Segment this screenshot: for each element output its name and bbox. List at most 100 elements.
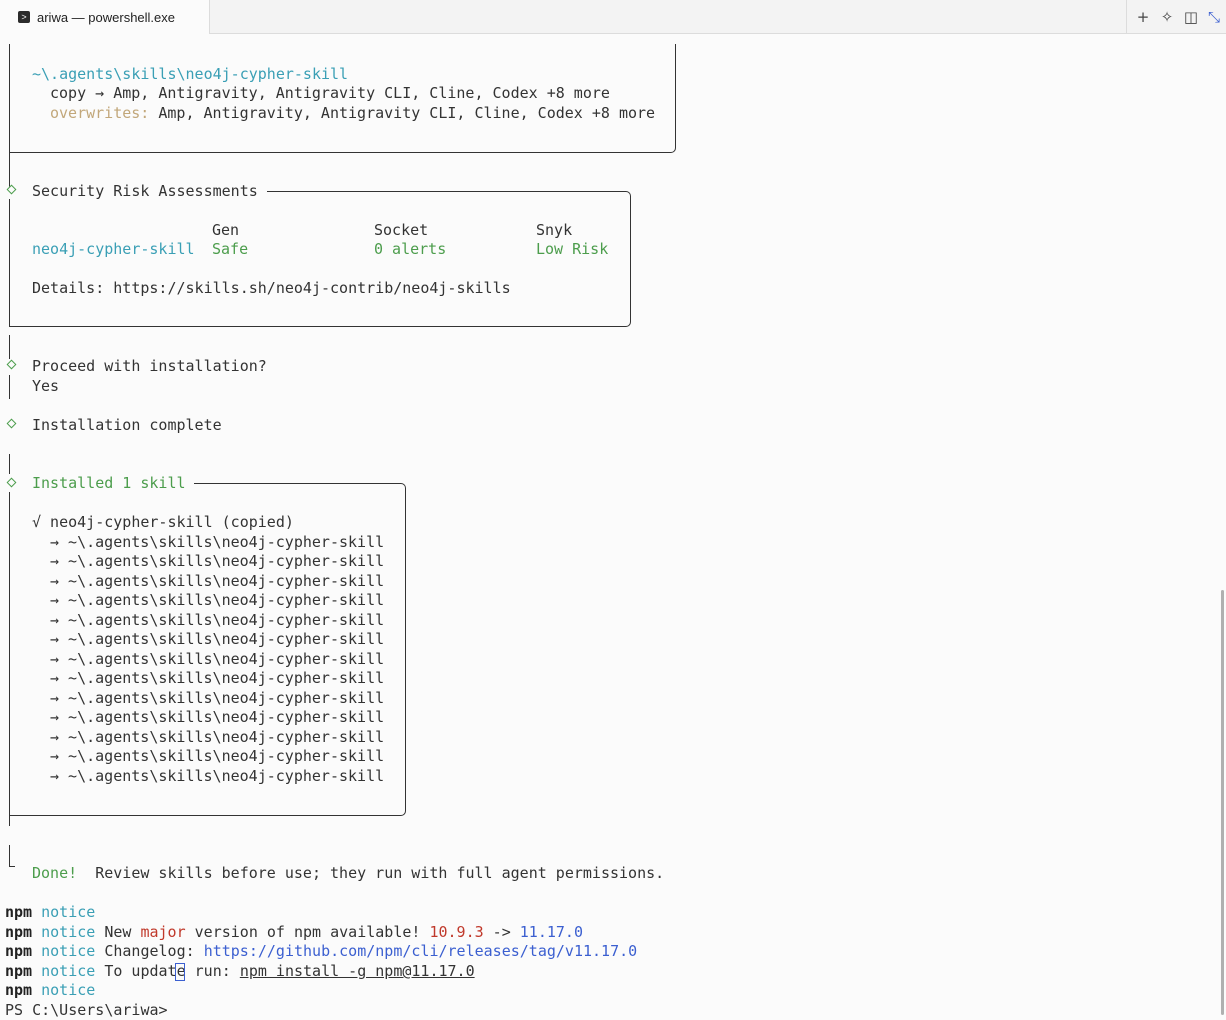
npm-prefix: npm [5, 942, 33, 960]
npm-new-version: 11.17.0 [519, 923, 583, 941]
done-message: Review skills before use; they run with … [77, 864, 665, 882]
step-diamond-icon [6, 359, 17, 370]
install-target: → ~\.agents\skills\neo4j-cypher-skill [50, 708, 385, 726]
gutter-line [9, 492, 10, 826]
npm-notice-line: npm notice New major version of npm avai… [5, 922, 583, 942]
tab-powershell[interactable]: > ariwa — powershell.exe [0, 0, 210, 34]
security-title: Security Risk Assessments [32, 182, 258, 200]
box-border [194, 483, 399, 484]
box-corner [398, 808, 406, 816]
gutter-line [9, 454, 10, 474]
install-target: → ~\.agents\skills\neo4j-cypher-skill [50, 591, 385, 609]
npm-prefix: npm [5, 981, 33, 999]
copy-line: copy → Amp, Antigravity, Antigravity CLI… [50, 83, 610, 103]
install-target: → ~\.agents\skills\neo4j-cypher-skill [50, 747, 385, 765]
overwrites-line: overwrites: Amp, Antigravity, Antigravit… [50, 103, 655, 123]
box-corner [623, 319, 631, 327]
install-target: → ~\.agents\skills\neo4j-cypher-skill [50, 650, 385, 668]
npm-text: version of npm available! [185, 923, 430, 941]
installed-title: Installed 1 skill [32, 474, 186, 492]
collapse-button[interactable]: ⤡ [1204, 7, 1224, 27]
box-border [9, 815, 399, 816]
gutter-line [9, 199, 10, 327]
header-socket: Socket [374, 221, 429, 239]
plus-icon: + [1136, 8, 1150, 26]
shell-prompt[interactable]: PS C:\Users\ariwa> [5, 1000, 177, 1020]
install-target: → ~\.agents\skills\neo4j-cypher-skill [50, 552, 385, 570]
new-tab-button[interactable]: + [1133, 7, 1153, 27]
overwrites-targets: Amp, Antigravity, Antigravity CLI, Cline… [149, 104, 656, 122]
done-line: Done! Review skills before use; they run… [32, 863, 664, 883]
box-border [405, 490, 406, 808]
install-target: → ~\.agents\skills\neo4j-cypher-skill [50, 767, 385, 785]
npm-old-version: 10.9.3 [429, 923, 484, 941]
split-icon: ◫ [1183, 8, 1199, 26]
sparkle-icon: ✧ [1160, 8, 1174, 26]
npm-text: New [95, 923, 141, 941]
collapse-icon: ⤡ [1207, 8, 1220, 26]
installed-skill: √ neo4j-cypher-skill (copied) [32, 513, 294, 531]
notice-tag: notice [41, 942, 96, 960]
npm-notice-line: npm notice [5, 902, 95, 922]
box-border [9, 326, 624, 327]
npm-text: To update run: [95, 962, 240, 980]
overwrites-label: overwrites: [50, 104, 150, 122]
security-details: Details: https://skills.sh/neo4j-contrib… [32, 279, 511, 297]
done-label: Done! [32, 864, 78, 882]
proceed-question: Proceed with installation? [32, 357, 267, 375]
update-command[interactable]: npm install -g npm@11.17.0 [240, 962, 475, 980]
text-cursor [175, 963, 185, 981]
npm-arrow: -> [483, 923, 520, 941]
gutter-line [9, 44, 10, 187]
split-pane-button[interactable]: ◫ [1181, 7, 1201, 27]
gutter-line [9, 335, 10, 359]
copy-targets: Amp, Antigravity, Antigravity CLI, Cline… [113, 84, 610, 102]
gutter-end [9, 866, 15, 867]
skill-path: ~\.agents\skills\neo4j-cypher-skill [32, 65, 349, 83]
step-diamond-icon [6, 418, 17, 429]
install-target: → ~\.agents\skills\neo4j-cypher-skill [50, 630, 385, 648]
install-target: → ~\.agents\skills\neo4j-cypher-skill [50, 728, 385, 746]
notice-tag: notice [41, 903, 96, 921]
gutter-line [9, 845, 10, 866]
box-border [267, 191, 624, 192]
install-target: → ~\.agents\skills\neo4j-cypher-skill [50, 611, 385, 629]
header-gen: Gen [212, 221, 240, 239]
powershell-icon: > [18, 11, 30, 23]
npm-notice-line: npm notice Changelog: https://github.com… [5, 941, 637, 961]
socket-value: 0 alerts [374, 240, 447, 258]
notice-tag: notice [41, 923, 96, 941]
box-corner [668, 145, 676, 153]
npm-prefix: npm [5, 903, 33, 921]
install-target: → ~\.agents\skills\neo4j-cypher-skill [50, 689, 385, 707]
npm-text: Changelog: [95, 942, 204, 960]
changelog-link[interactable]: https://github.com/npm/cli/releases/tag/… [204, 942, 637, 960]
npm-major: major [140, 923, 186, 941]
npm-notice-line: npm notice To update run: npm install -g… [5, 961, 475, 981]
install-target: → ~\.agents\skills\neo4j-cypher-skill [50, 669, 385, 687]
npm-prefix: npm [5, 923, 33, 941]
npm-prefix: npm [5, 962, 33, 980]
snyk-value: Low Risk [536, 240, 609, 258]
box-border [675, 44, 676, 146]
tab-bar: > ariwa — powershell.exe + ✧ ◫ ⤡ [0, 0, 1226, 34]
proceed-answer: Yes [32, 377, 60, 395]
installation-complete: Installation complete [32, 416, 222, 434]
box-border [630, 198, 631, 319]
npm-notice-line: npm notice [5, 980, 95, 1000]
security-skill-name: neo4j-cypher-skill [32, 240, 195, 258]
header-snyk: Snyk [536, 221, 573, 239]
copy-prefix: copy → [50, 84, 114, 102]
notice-tag: notice [41, 981, 96, 999]
scrollbar-thumb[interactable] [1221, 590, 1224, 1015]
gen-value: Safe [212, 240, 249, 258]
magic-button[interactable]: ✧ [1157, 7, 1177, 27]
notice-tag: notice [41, 962, 96, 980]
terminal-output[interactable]: ~\.agents\skills\neo4j-cypher-skill copy… [0, 35, 1226, 1019]
install-target: → ~\.agents\skills\neo4j-cypher-skill [50, 572, 385, 590]
gutter-line [9, 375, 10, 399]
step-diamond-icon [6, 477, 17, 488]
tab-strip-empty [210, 0, 1127, 34]
tab-title: ariwa — powershell.exe [37, 10, 176, 25]
step-diamond-icon [6, 184, 17, 195]
